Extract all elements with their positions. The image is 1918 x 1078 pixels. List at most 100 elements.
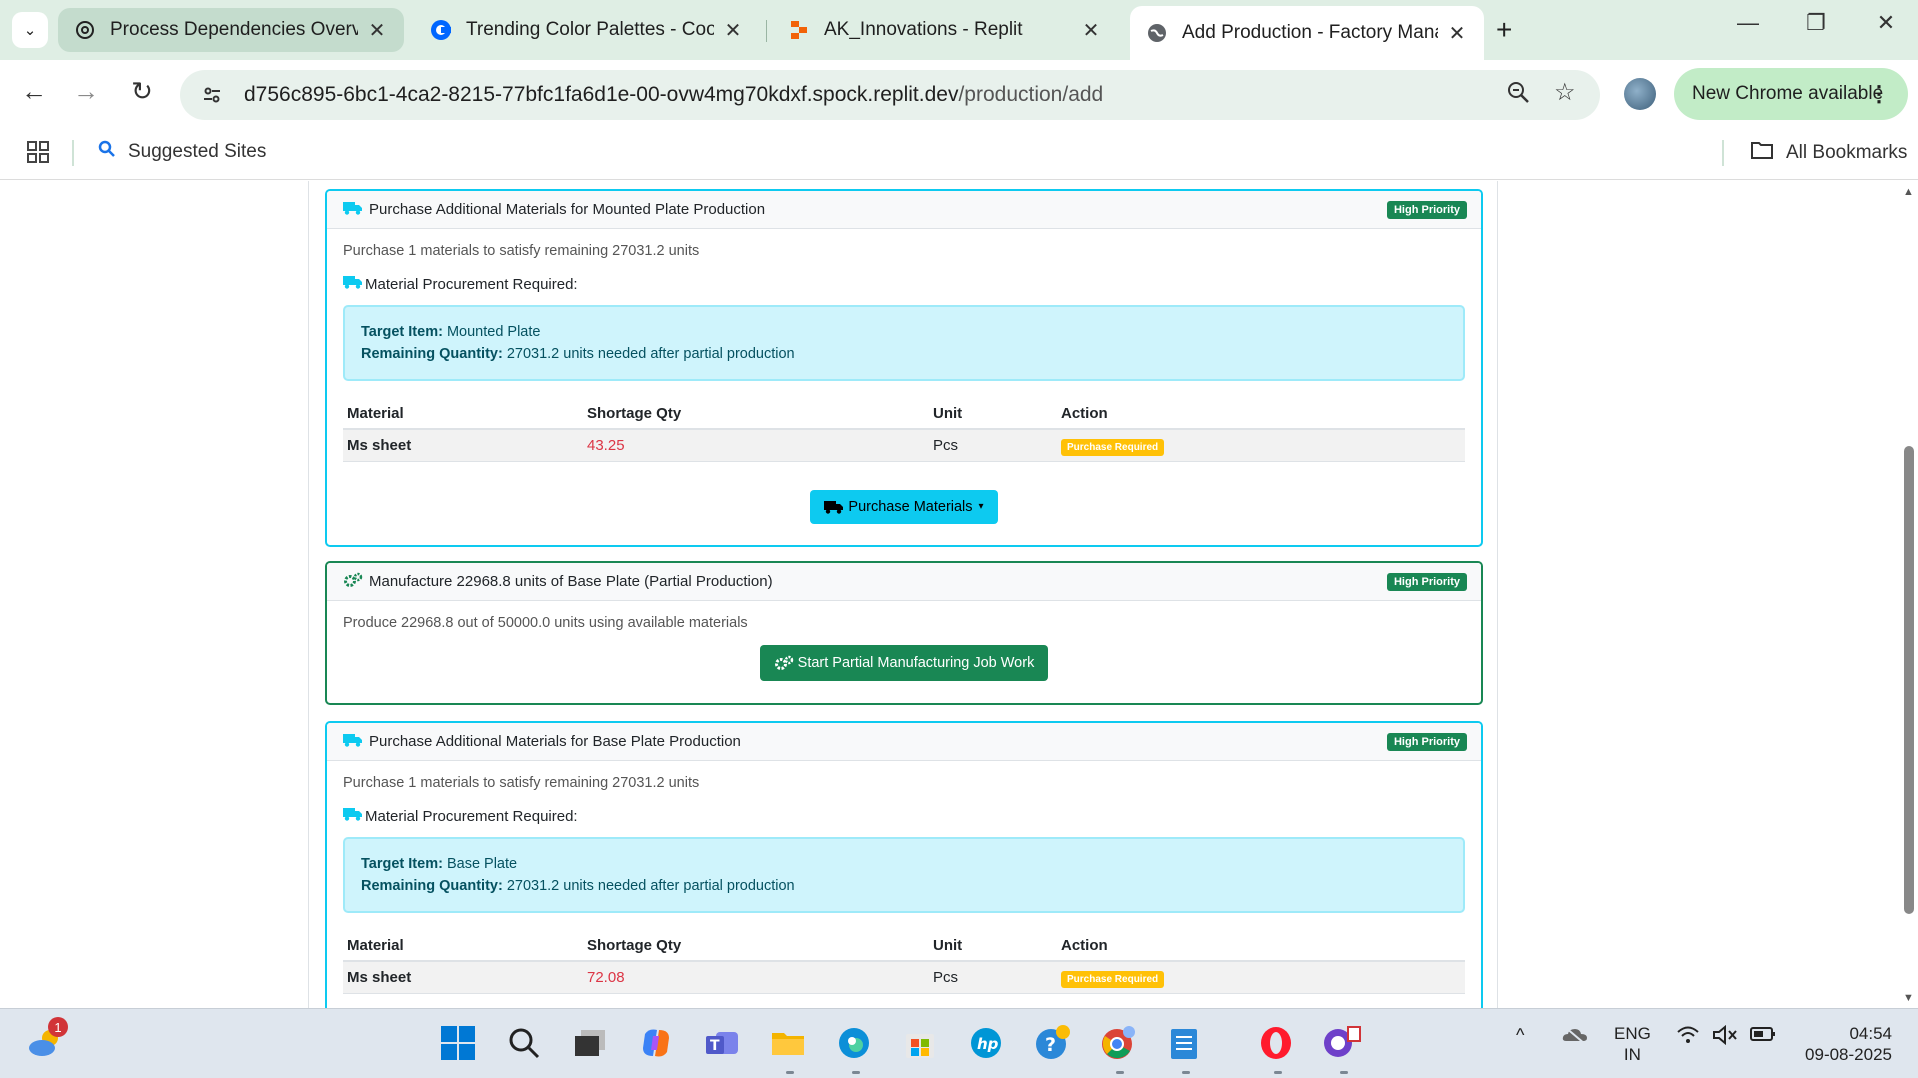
chrome-icon[interactable] bbox=[1098, 1023, 1138, 1063]
zoom-icon[interactable] bbox=[1506, 80, 1530, 111]
procurement-card-mounted-plate: Purchase Additional Materials for Mounte… bbox=[325, 189, 1483, 547]
column-header: Material bbox=[343, 399, 583, 430]
chevron-up-icon[interactable]: ^ bbox=[1516, 1025, 1524, 1046]
search-icon bbox=[98, 140, 116, 164]
svg-text:T: T bbox=[710, 1038, 720, 1054]
cogs-icon bbox=[343, 572, 365, 592]
running-indicator bbox=[1182, 1071, 1190, 1074]
close-icon[interactable]: ✕ bbox=[1446, 21, 1468, 46]
battery-icon[interactable] bbox=[1750, 1025, 1776, 1048]
caret-down-icon: ▾ bbox=[978, 501, 984, 512]
card-body: Purchase 1 materials to satisfy remainin… bbox=[327, 761, 1481, 1008]
tab-coolors[interactable]: Trending Color Palettes - Coolors ✕ bbox=[414, 8, 760, 52]
github-desktop-icon[interactable] bbox=[1322, 1023, 1362, 1063]
tab-process-dependencies[interactable]: Process Dependencies Overview ✕ bbox=[58, 8, 404, 52]
windows-start-icon[interactable] bbox=[438, 1023, 478, 1063]
card-title: Purchase Additional Materials for Mounte… bbox=[369, 201, 766, 218]
window-close-icon[interactable]: ✕ bbox=[1866, 10, 1906, 36]
close-icon[interactable]: ✕ bbox=[722, 18, 744, 43]
card-header: Manufacture 22968.8 units of Base Plate … bbox=[327, 563, 1481, 601]
svg-text:hp: hp bbox=[977, 1035, 999, 1053]
tab-replit[interactable]: AK_Innovations - Replit ✕ bbox=[772, 8, 1118, 52]
button-label: Start Partial Manufacturing Job Work bbox=[797, 655, 1035, 671]
minimize-icon[interactable]: — bbox=[1728, 10, 1768, 36]
scroll-up-icon[interactable]: ▲ bbox=[1903, 186, 1914, 198]
unit: Pcs bbox=[929, 429, 1057, 462]
hp-icon[interactable]: hp bbox=[966, 1023, 1006, 1063]
column-header: Shortage Qty bbox=[583, 399, 929, 430]
tab-divider bbox=[766, 20, 767, 42]
apps-grid-icon[interactable] bbox=[26, 140, 50, 171]
chrome-update-button[interactable]: New Chrome available ⋮ bbox=[1674, 68, 1908, 120]
tab-title: AK_Innovations - Replit bbox=[824, 19, 1023, 40]
clock-date: 09-08-2025 bbox=[1805, 1045, 1892, 1064]
chevron-down-icon: ⌄ bbox=[23, 22, 37, 39]
restore-icon[interactable]: ❐ bbox=[1796, 10, 1836, 36]
search-icon[interactable] bbox=[504, 1023, 544, 1063]
start-partial-manufacturing-button[interactable]: Start Partial Manufacturing Job Work bbox=[759, 645, 1049, 681]
star-icon[interactable]: ☆ bbox=[1554, 78, 1576, 107]
folder-icon bbox=[1750, 140, 1774, 166]
procurement-heading: Material Procurement Required: bbox=[343, 807, 1465, 825]
close-icon[interactable]: ✕ bbox=[1080, 18, 1102, 43]
bookmark-divider bbox=[1722, 140, 1724, 166]
site-info-icon[interactable] bbox=[194, 77, 230, 113]
language-indicator[interactable]: ENG IN bbox=[1614, 1023, 1651, 1065]
scroll-down-icon[interactable]: ▼ bbox=[1903, 992, 1914, 1004]
tab-search-button[interactable]: ⌄ bbox=[12, 12, 48, 48]
edge-icon[interactable] bbox=[834, 1023, 874, 1063]
globe-icon bbox=[1146, 22, 1168, 44]
notepad-icon[interactable] bbox=[1164, 1023, 1204, 1063]
task-view-icon[interactable] bbox=[570, 1023, 610, 1063]
bookmark-label: Suggested Sites bbox=[128, 141, 267, 162]
scrollbar-thumb[interactable] bbox=[1904, 446, 1914, 914]
profile-avatar[interactable] bbox=[1624, 78, 1656, 110]
remaining-qty-label: Remaining Quantity: bbox=[361, 878, 503, 894]
file-explorer-icon[interactable] bbox=[768, 1023, 808, 1063]
card-title: Purchase Additional Materials for Base P… bbox=[369, 733, 741, 750]
address-bar[interactable]: d756c895-6bc1-4ca2-8215-77bfc1fa6d1e-00-… bbox=[180, 70, 1600, 120]
wifi-icon[interactable] bbox=[1676, 1025, 1700, 1050]
table-row: Ms sheet 43.25 Pcs Purchase Required bbox=[343, 429, 1465, 462]
running-indicator bbox=[852, 1071, 860, 1074]
teams-icon[interactable]: T bbox=[702, 1023, 742, 1063]
target-item-value: Mounted Plate bbox=[446, 324, 541, 340]
procurement-heading: Material Procurement Required: bbox=[343, 275, 1465, 293]
purchase-required-badge: Purchase Required bbox=[1061, 970, 1165, 988]
materials-table: Material Shortage Qty Unit Action Ms she… bbox=[343, 931, 1465, 994]
more-vert-icon[interactable]: ⋮ bbox=[1868, 81, 1890, 107]
material-name: Ms sheet bbox=[343, 429, 583, 462]
speaker-muted-icon[interactable] bbox=[1712, 1024, 1738, 1050]
tab-title: Process Dependencies Overview bbox=[110, 19, 358, 40]
bookmark-suggested-sites[interactable]: Suggested Sites bbox=[98, 140, 266, 164]
card-body: Produce 22968.8 out of 50000.0 units usi… bbox=[327, 601, 1481, 695]
help-icon[interactable]: ? bbox=[1032, 1023, 1072, 1063]
back-arrow-icon[interactable]: ← bbox=[14, 76, 54, 107]
opera-icon[interactable] bbox=[1256, 1023, 1296, 1063]
close-icon[interactable]: ✕ bbox=[366, 18, 388, 43]
purchase-required-badge: Purchase Required bbox=[1061, 438, 1165, 456]
bookmarks-bar: Suggested Sites All Bookmarks bbox=[0, 128, 1918, 180]
replit-icon bbox=[788, 19, 810, 41]
reload-icon[interactable]: ↻ bbox=[122, 76, 162, 107]
truck-icon bbox=[343, 275, 365, 293]
system-clock[interactable]: 04:54 09-08-2025 bbox=[1796, 1023, 1892, 1065]
all-bookmarks-button[interactable]: All Bookmarks bbox=[1750, 140, 1907, 166]
new-tab-button[interactable]: + bbox=[1496, 14, 1512, 46]
priority-badge: High Priority bbox=[1386, 201, 1467, 219]
copilot-icon[interactable] bbox=[636, 1023, 676, 1063]
microsoft-store-icon[interactable] bbox=[900, 1023, 940, 1063]
remaining-qty-value: 27031.2 units needed after partial produ… bbox=[506, 346, 795, 362]
column-header: Action bbox=[1057, 399, 1465, 430]
cogs-icon bbox=[774, 655, 794, 671]
tab-add-production[interactable]: Add Production - Factory Management ✕ bbox=[1130, 6, 1484, 60]
bookmark-divider bbox=[72, 140, 74, 166]
material-name: Ms sheet bbox=[343, 961, 583, 994]
target-item-value: Base Plate bbox=[446, 856, 518, 872]
purchase-materials-button[interactable]: Purchase Materials ▾ bbox=[810, 489, 998, 524]
forward-arrow-icon[interactable]: → bbox=[66, 76, 106, 107]
card-title: Manufacture 22968.8 units of Base Plate … bbox=[369, 573, 773, 590]
page-viewport: Purchase Additional Materials for Mounte… bbox=[0, 181, 1918, 1008]
onedrive-icon[interactable] bbox=[1562, 1025, 1588, 1050]
card-header: Purchase Additional Materials for Mounte… bbox=[327, 191, 1481, 229]
